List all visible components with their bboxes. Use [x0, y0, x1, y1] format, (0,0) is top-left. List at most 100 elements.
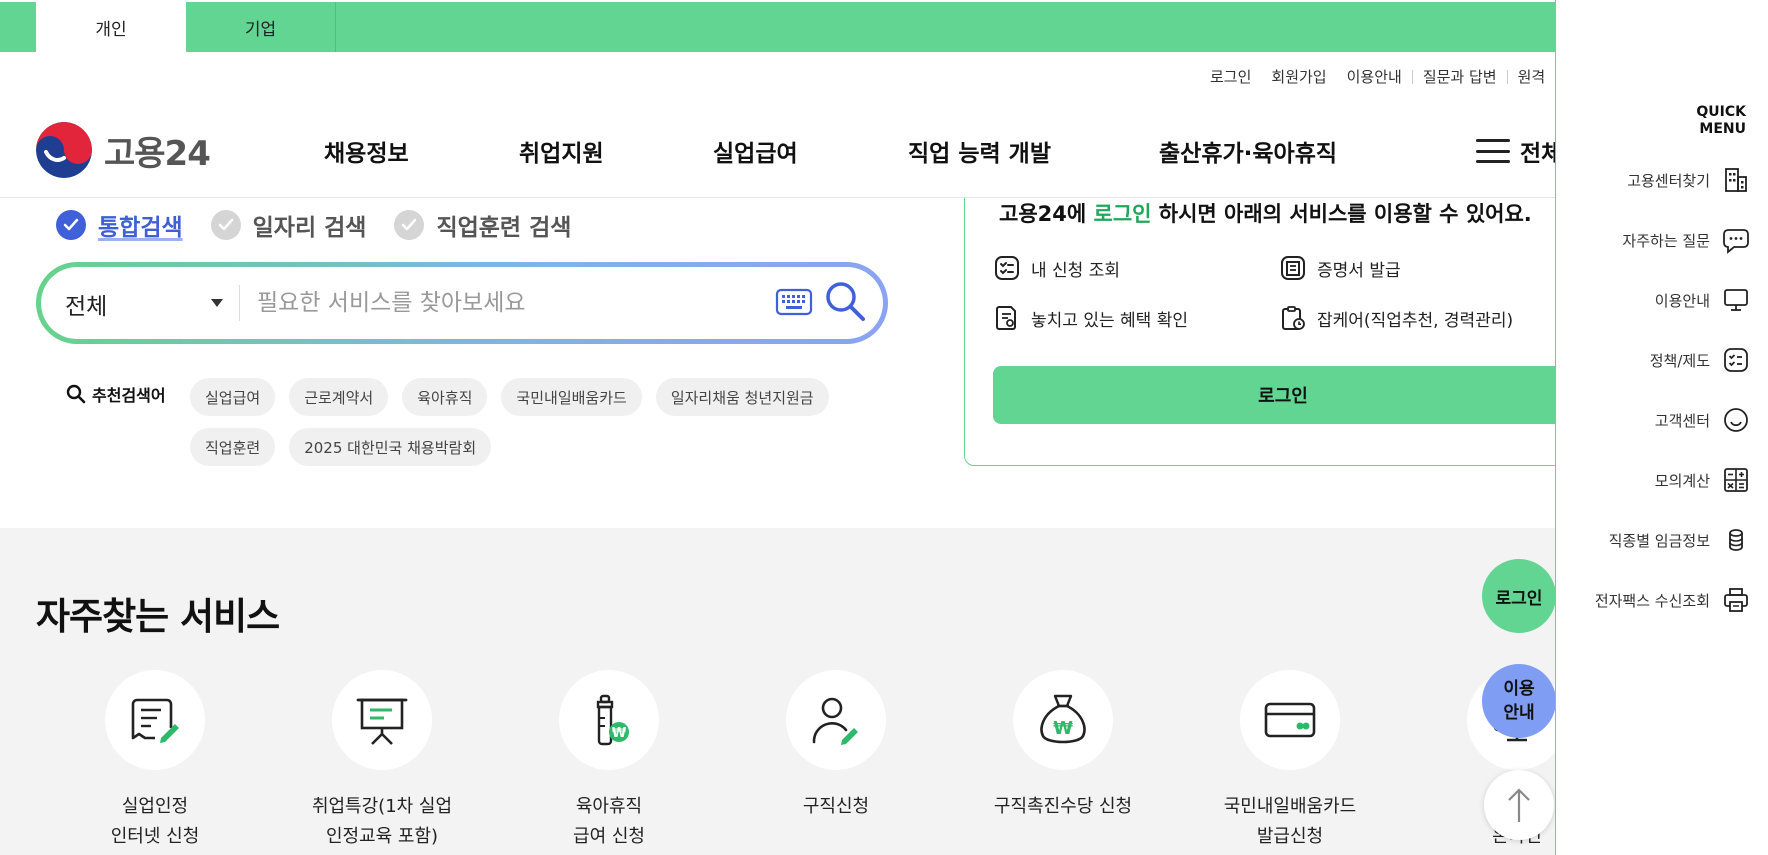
guide-link[interactable]: 이용안내	[1337, 66, 1412, 87]
search-type-label: 직업훈련 검색	[436, 215, 572, 241]
keyword-chip[interactable]: 직업훈련	[190, 428, 276, 466]
qna-link[interactable]: 질문과 답변	[1413, 66, 1507, 87]
search-type-training[interactable]: 직업훈련 검색	[394, 208, 571, 242]
clipboard-clock-icon	[1282, 306, 1305, 330]
check-icon	[210, 210, 241, 240]
missed-benefit-link[interactable]: 놓치고 있는 혜택 확인	[993, 304, 1188, 332]
search-category-select[interactable]: 전체	[65, 287, 107, 321]
search-type-label: 일자리 검색	[252, 215, 367, 241]
quick-item-label: 직종별 임금정보	[1608, 531, 1710, 550]
document-search-icon	[996, 306, 1016, 330]
keyword-chip[interactable]: 육아휴직	[402, 378, 488, 416]
quick-item-label: 이용안내	[1654, 291, 1710, 310]
login-item-label: 놓치고 있는 혜택 확인	[1031, 310, 1188, 331]
quick-item-label: 고객센터	[1654, 411, 1710, 430]
search-icon[interactable]	[823, 279, 867, 323]
login-link[interactable]: 로그인	[1200, 66, 1261, 87]
credit-card-icon	[1240, 670, 1340, 770]
login-panel: 고용24에 로그인 하시면 아래의 서비스를 이용할 수 있어요. 내 신청 조…	[964, 198, 1555, 466]
service-label: 취업특강(1차 실업	[311, 796, 453, 817]
nav-job-info[interactable]: 채용정보	[324, 134, 409, 168]
quick-item-label: 모의계산	[1654, 471, 1710, 490]
tab-business[interactable]: 기업	[186, 2, 336, 52]
keyword-chip[interactable]: 근로계약서	[289, 378, 389, 416]
nav-parental-leave[interactable]: 출산휴가·육아휴직	[1159, 134, 1337, 168]
service-parental-leave-benefit[interactable]: ₩ 육아휴직 급여 신청	[494, 670, 724, 852]
quick-item-guide[interactable]: 이용안내	[1655, 286, 1750, 314]
login-button[interactable]: 로그인	[993, 366, 1555, 424]
quick-item-faq[interactable]: 자주하는 질문	[1622, 226, 1750, 254]
login-panel-title: 고용24에 로그인 하시면 아래의 서비스를 이용할 수 있어요.	[999, 198, 1532, 228]
hamburger-icon	[1476, 139, 1510, 163]
nav-unemployment-benefit[interactable]: 실업급여	[713, 134, 798, 168]
keyword-chip[interactable]: 2025 대한민국 채용박람회	[289, 428, 492, 466]
guide-label: 안내	[1503, 703, 1535, 723]
search-type-jobs[interactable]: 일자리 검색	[210, 208, 367, 242]
caret-down-icon[interactable]	[211, 299, 223, 307]
monitor-icon	[1724, 289, 1748, 311]
quick-item-simulator[interactable]: 모의계산	[1655, 466, 1750, 494]
quick-item-policy[interactable]: 정책/제도	[1650, 346, 1750, 374]
taegeuk-logo-icon	[36, 122, 92, 178]
service-unemployment-recognition[interactable]: 실업인정 인터넷 신청	[40, 670, 270, 852]
money-bag-icon: ₩	[1013, 670, 1113, 770]
remote-link[interactable]: 원격	[1508, 66, 1555, 87]
keyword-chip[interactable]: 국민내일배움카드	[501, 378, 642, 416]
service-learning-card[interactable]: 국민내일배움카드 발급신청	[1175, 670, 1405, 852]
divider	[239, 285, 240, 321]
quick-title-line: MENU	[1699, 121, 1746, 137]
keyword-chip-list: 실업급여 근로계약서 육아휴직 국민내일배움카드 일자리채움 청년지원금 직업훈…	[190, 378, 890, 478]
main-viewport: 개인 기업 로그인 회원가입 이용안내 질문과 답변 원격 고용24 채용정보 …	[0, 0, 1555, 855]
my-application-link[interactable]: 내 신청 조회	[993, 254, 1120, 282]
quick-menu: QUICK MENU 고용센터찾기 자주하는 질문 이용안내 정책/제도 고객센…	[1555, 0, 1768, 855]
service-job-promotion-allowance[interactable]: ₩ 구직촉진수당 신청	[948, 670, 1178, 822]
service-job-lecture[interactable]: 취업특강(1차 실업인정교육 포함)	[267, 670, 497, 852]
scroll-top-button[interactable]	[1484, 770, 1554, 840]
search-type-group: 통합검색 일자리 검색 직업훈련 검색	[56, 208, 599, 242]
quick-item-customer-center[interactable]: 고객센터	[1655, 406, 1750, 434]
quick-item-label: 전자팩스 수신조회	[1594, 591, 1710, 610]
search-box-inner: 전체	[41, 267, 883, 339]
jobcare-link[interactable]: 잡케어(직업추천, 경력관리)	[1279, 304, 1513, 332]
keyboard-icon[interactable]	[775, 287, 813, 317]
top-tab-bar: 개인 기업	[0, 2, 1555, 52]
title-accent: 로그인	[1093, 202, 1152, 226]
keyword-chip[interactable]: 일자리채움 청년지원금	[655, 378, 829, 416]
quick-title-line: QUICK	[1696, 104, 1746, 120]
floating-guide-button[interactable]: 이용 안내	[1482, 664, 1555, 738]
floating-login-button[interactable]: 로그인	[1482, 559, 1555, 633]
search-input[interactable]	[257, 281, 697, 325]
service-label: 인터넷 신청	[110, 826, 200, 847]
title-text: 고용24에	[999, 202, 1094, 226]
signup-link[interactable]: 회원가입	[1261, 66, 1336, 87]
document-pen-icon	[105, 670, 205, 770]
nav-employment-support[interactable]: 취업지원	[519, 134, 604, 168]
service-job-seeker-application[interactable]: 구직신청	[721, 670, 951, 822]
service-label: 인정교육 포함)	[325, 826, 439, 847]
arrow-up-icon	[1508, 788, 1530, 822]
service-label: 급여 신청	[573, 826, 645, 847]
service-label: 육아휴직	[575, 796, 643, 817]
tab-personal[interactable]: 개인	[36, 2, 186, 52]
service-label: 구직신청	[802, 796, 870, 817]
quick-item-label: 자주하는 질문	[1622, 231, 1710, 250]
search-box: 전체	[36, 262, 888, 344]
printer-icon	[1724, 588, 1748, 612]
keyword-chip[interactable]: 실업급여	[190, 378, 276, 416]
quick-item-efax[interactable]: 전자팩스 수신조회	[1595, 586, 1750, 614]
quick-item-label: 정책/제도	[1649, 351, 1710, 370]
certificate-link[interactable]: 증명서 발급	[1279, 254, 1401, 282]
quick-item-wage-info[interactable]: 직종별 임금정보	[1609, 526, 1750, 554]
nav-vocational-training[interactable]: 직업 능력 개발	[908, 134, 1051, 168]
all-menu-button[interactable]: 전체	[1476, 134, 1555, 168]
logo-text: 고용24	[104, 133, 211, 174]
person-pen-icon	[786, 670, 886, 770]
quick-item-center-finder[interactable]: 고용센터찾기	[1627, 166, 1750, 194]
all-menu-label: 전체	[1520, 141, 1555, 167]
login-item-label: 잡케어(직업추천, 경력관리)	[1317, 310, 1514, 331]
site-logo[interactable]: 고용24	[36, 122, 211, 178]
global-navigation: 고용24 채용정보 취업지원 실업급여 직업 능력 개발 출산휴가·육아휴직 전…	[0, 100, 1555, 198]
title-text: 하시면 아래의 서비스를 이용할 수 있어요.	[1151, 202, 1532, 226]
quick-item-label: 고용센터찾기	[1627, 171, 1710, 190]
search-type-integrated[interactable]: 통합검색	[56, 208, 183, 242]
